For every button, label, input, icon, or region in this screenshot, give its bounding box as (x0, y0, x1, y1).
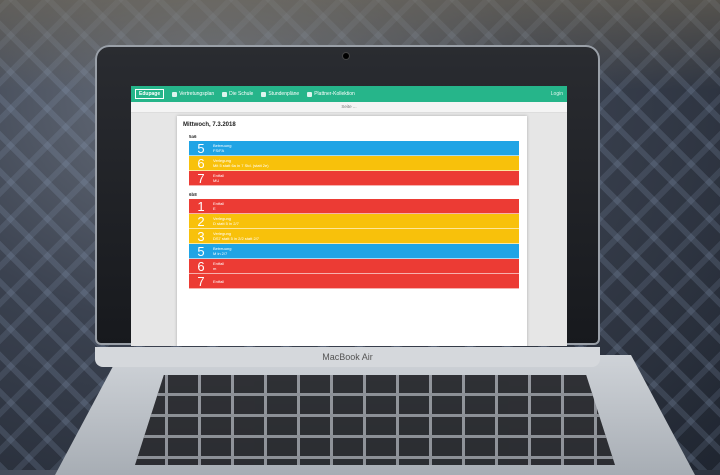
row-text: Verlegung D statt 5 in 2/7 (213, 216, 239, 226)
laptop-lid: Edupage Vertretungsplan Die Schule Stund… (95, 45, 600, 367)
row-text: Entfall E (213, 201, 224, 211)
row-detail: D statt 5 in 2/7 (213, 221, 239, 226)
bookmark-icon (307, 91, 313, 97)
row-text: Betreuung M in 2/7 (213, 246, 231, 256)
row-detail: M in 2/7 (213, 251, 228, 256)
keyboard-rows (135, 375, 615, 465)
period-number: 2 (197, 213, 205, 229)
row-detail: Mit 5 statt 6a in 7 Std. (statt 2e) (213, 163, 269, 168)
app-topbar: Edupage Vertretungsplan Die Schule Stund… (131, 86, 567, 102)
schedule-row[interactable]: 3 Verlegung DS7 statt 5 in 2/2 statt 2/7 (189, 229, 519, 244)
row-text: Verlegung Mit 5 statt 6a in 7 Std. (statt… (213, 158, 269, 168)
laptop-screen: Edupage Vertretungsplan Die Schule Stund… (131, 86, 567, 346)
row-text: Entfall (213, 279, 224, 284)
period-number: 5 (197, 243, 205, 259)
nav-label: Vertretungsplan (179, 91, 215, 97)
school-icon (222, 91, 228, 97)
period-number: 7 (197, 170, 205, 186)
row-text: Entfall m (213, 261, 224, 271)
calendar-icon (172, 91, 178, 97)
nav-item-die-schule[interactable]: Die Schule (222, 91, 253, 97)
nav-label: Plattner-Kollektion (314, 91, 355, 97)
schedule-row[interactable]: 6 Verlegung Mit 5 statt 6a in 7 Std. (sta… (189, 156, 519, 171)
row-text: Verlegung DS7 statt 5 in 2/2 statt 2/7 (213, 231, 259, 241)
schedule-row[interactable]: 2 Verlegung D statt 5 in 2/7 (189, 214, 519, 229)
row-detail: MU (213, 178, 220, 183)
period-number: 6 (197, 155, 205, 171)
row-detail: FS/FA (213, 148, 225, 153)
nav-item-plattner-kollektion[interactable]: Plattner-Kollektion (307, 91, 355, 97)
nav-label: Stundenpläne (268, 91, 300, 97)
login-button[interactable]: Login (551, 91, 563, 97)
camera-icon (343, 53, 349, 59)
nav-item-stundenplaene[interactable]: Stundenpläne (261, 91, 299, 97)
row-detail: m (213, 266, 217, 271)
schedule-row[interactable]: 6 Entfall m (189, 259, 519, 274)
period-number: 5 (197, 140, 205, 156)
period-number: 1 (197, 198, 205, 214)
schedule-panel: Mittwoch, 7.3.2018 5a6 5 Betreuung FS/FA … (177, 116, 527, 346)
row-text: Betreuung FS/FA (213, 143, 231, 153)
period-number: 6 (197, 258, 205, 274)
period-number: 3 (197, 228, 205, 244)
row-type: Entfall (213, 278, 225, 284)
nav-item-vertretungsplan[interactable]: Vertretungsplan (172, 91, 214, 97)
grid-icon (261, 91, 267, 97)
model-label: MacBook Air (95, 347, 600, 367)
schedule-row[interactable]: 7 Entfall MU (189, 171, 519, 186)
page-subbar: Seite ... (131, 102, 567, 113)
period-number: 7 (197, 273, 205, 289)
schedule-row[interactable]: 5 Betreuung FS/FA (189, 141, 519, 156)
nav-label: Die Schule (229, 91, 254, 97)
row-detail: E (213, 206, 216, 211)
schedule-row[interactable]: 7 Entfall (189, 274, 519, 289)
schedule-row[interactable]: 5 Betreuung M in 2/7 (189, 244, 519, 259)
group-label: 5a6 (189, 134, 197, 139)
group-label: 6b8 (189, 192, 197, 197)
schedule-row[interactable]: 1 Entfall E (189, 199, 519, 214)
row-text: Entfall MU (213, 173, 224, 183)
row-detail: DS7 statt 5 in 2/2 statt 2/7 (213, 236, 260, 241)
brand-logo[interactable]: Edupage (135, 89, 165, 99)
schedule-date: Mittwoch, 7.3.2018 (183, 122, 236, 128)
